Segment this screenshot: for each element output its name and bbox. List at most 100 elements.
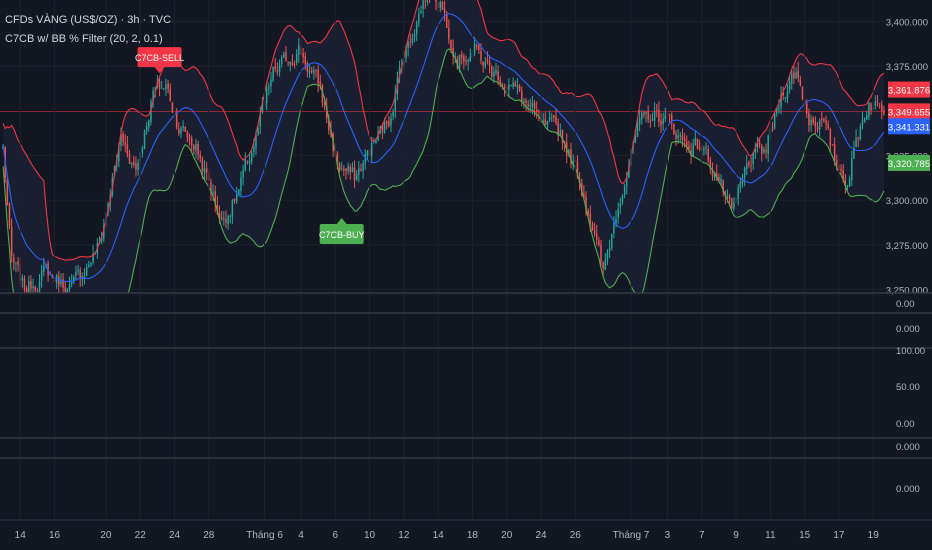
- candle-body: [664, 114, 667, 120]
- candle-body: [370, 143, 373, 157]
- candle-body: [323, 103, 326, 106]
- candle-body: [557, 122, 559, 135]
- candle-body: [881, 104, 883, 112]
- y-tick-label-1: 3,375.000: [886, 62, 928, 73]
- candle-body: [613, 222, 615, 234]
- candle-body: [525, 100, 527, 104]
- candle-body: [870, 103, 872, 111]
- candle-body: [797, 70, 799, 78]
- candle-body: [280, 57, 283, 65]
- candle-body: [283, 53, 285, 58]
- candle-body: [8, 203, 11, 227]
- candle-body: [767, 135, 769, 154]
- candle-body: [15, 263, 17, 265]
- candle-body: [675, 133, 677, 140]
- candle-body: [40, 270, 43, 281]
- candle-body: [227, 216, 229, 224]
- candle-body: [205, 168, 208, 173]
- candle-body: [636, 123, 639, 137]
- candle-body: [253, 146, 255, 152]
- candle-body: [199, 154, 201, 159]
- candle-body: [469, 56, 472, 61]
- candle-body: [518, 85, 521, 92]
- candle-body: [268, 87, 270, 89]
- x-tick-label-23: 19: [868, 530, 880, 541]
- buy-signal-label-text: C7CB-BUY: [319, 230, 365, 240]
- candle-body: [188, 137, 191, 140]
- candle-body: [43, 265, 45, 272]
- candle-body: [795, 72, 797, 79]
- candle-body: [315, 70, 317, 71]
- candle-body: [358, 167, 360, 175]
- candle-body: [351, 167, 354, 173]
- candle-body: [606, 251, 609, 261]
- candle-body: [878, 103, 881, 105]
- candle-body: [212, 192, 214, 194]
- candle-body: [88, 264, 90, 267]
- candle-body: [135, 163, 137, 170]
- candle-body: [773, 113, 776, 128]
- indicator-title[interactable]: C7CB w/ BB % Filter (20, 2, 0.1): [5, 33, 163, 45]
- candle-body: [145, 125, 148, 132]
- candle-body: [788, 81, 791, 91]
- candle-body: [460, 54, 463, 58]
- candle-body: [660, 120, 662, 126]
- x-tick-label-17: 3: [665, 530, 671, 541]
- candle-body: [559, 130, 562, 136]
- candle-body: [186, 132, 189, 138]
- candle-body: [508, 84, 510, 90]
- candle-body: [784, 97, 787, 98]
- candle-body: [836, 160, 838, 165]
- x-tick-label-16: Tháng 7: [613, 530, 650, 541]
- candle-body: [317, 69, 319, 84]
- candle-body: [748, 162, 750, 165]
- chart-canvas[interactable]: C7CB-SELLC7CB-BUY3,400.0003,375.0003,325…: [0, 0, 932, 550]
- candle-body: [733, 202, 735, 209]
- candle-body: [495, 69, 497, 74]
- candle-body: [707, 148, 709, 161]
- candle-body: [180, 127, 182, 134]
- candle-body: [653, 111, 656, 121]
- candle-body: [13, 257, 15, 263]
- symbol-title[interactable]: CFDs VÀNG (US$/OZ) · 3h · TVC: [5, 14, 171, 26]
- candle-body: [600, 244, 602, 262]
- candle-body: [295, 54, 298, 63]
- trading-chart[interactable]: C7CB-SELLC7CB-BUY3,400.0003,375.0003,325…: [0, 0, 932, 550]
- candle-body: [876, 101, 879, 103]
- candle-body: [38, 280, 41, 292]
- candle-body: [250, 152, 253, 162]
- candle-body: [490, 66, 493, 77]
- pane-3-tick-1: 50.00: [896, 382, 920, 393]
- candle-body: [698, 147, 701, 150]
- y-tick-label-3: 3,300.000: [886, 196, 928, 207]
- candle-324: [696, 138, 699, 150]
- candle-body: [409, 41, 412, 43]
- candle-body: [304, 56, 307, 65]
- candle-body: [728, 196, 731, 199]
- candle-body: [810, 119, 812, 126]
- candle-body: [527, 104, 529, 107]
- price-label-2: 3,341.331: [888, 118, 930, 135]
- candle-body: [799, 79, 802, 86]
- candle-body: [58, 276, 60, 286]
- candle-228: [490, 64, 493, 79]
- pane-5-tick-0: 0.000: [896, 484, 920, 495]
- candle-205: [441, 0, 444, 11]
- candle-body: [6, 179, 9, 206]
- candle-body: [548, 117, 551, 121]
- candle-body: [863, 118, 866, 122]
- candle-body: [287, 61, 289, 64]
- candle-body: [598, 240, 600, 246]
- candle-body: [520, 91, 523, 102]
- candle-body: [68, 285, 71, 290]
- candle-body: [163, 88, 165, 90]
- candle-body: [482, 61, 484, 66]
- x-tick-label-2: 20: [100, 530, 112, 541]
- candle-body: [692, 144, 694, 157]
- candle-body: [34, 286, 36, 291]
- pane-2-tick-0: 0.000: [896, 324, 920, 335]
- candle-body: [201, 157, 204, 172]
- candle-body: [443, 8, 446, 13]
- candle-body: [293, 63, 296, 65]
- candle-body: [415, 22, 418, 34]
